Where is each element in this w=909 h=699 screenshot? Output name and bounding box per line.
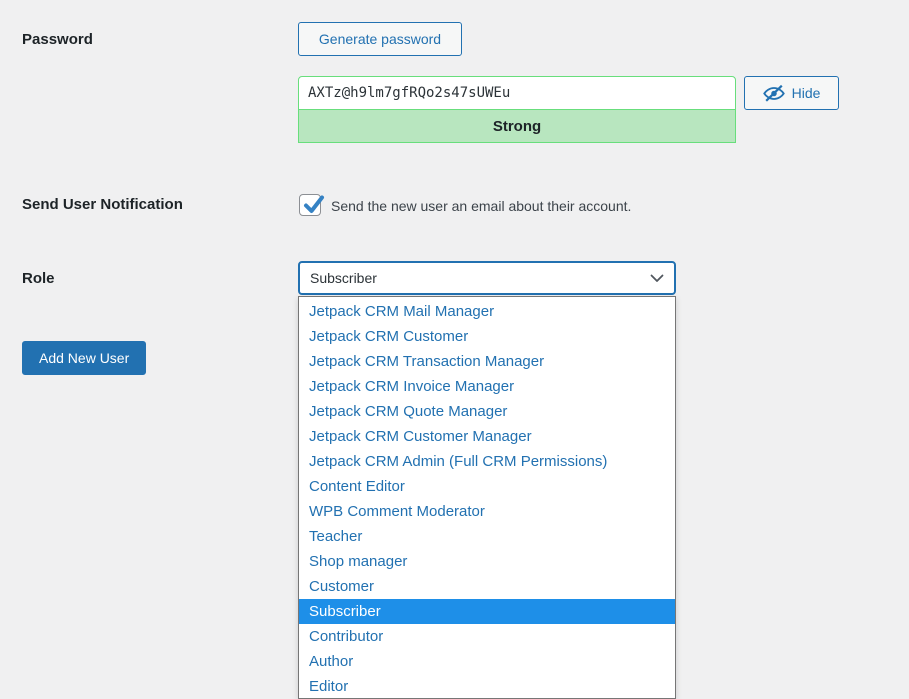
send-user-notification-checkbox[interactable] <box>299 194 321 216</box>
password-label: Password <box>22 31 93 48</box>
role-dropdown-option[interactable]: Jetpack CRM Invoice Manager <box>299 374 675 399</box>
role-dropdown-option[interactable]: WPB Comment Moderator <box>299 499 675 524</box>
chevron-down-icon <box>650 274 664 283</box>
hide-button-label: Hide <box>792 85 821 101</box>
role-dropdown-option[interactable]: Contributor <box>299 624 675 649</box>
password-input[interactable] <box>298 76 736 110</box>
password-strength-indicator: Strong <box>298 110 736 143</box>
password-strength-text: Strong <box>493 118 541 135</box>
role-label: Role <box>22 270 55 287</box>
eye-slash-icon <box>763 84 785 103</box>
hide-password-button[interactable]: Hide <box>744 76 839 110</box>
role-selected-value: Subscriber <box>310 270 377 286</box>
send-user-notification-description: Send the new user an email about their a… <box>331 198 631 214</box>
role-select[interactable]: Subscriber <box>298 261 676 295</box>
role-dropdown-option[interactable]: Customer <box>299 574 675 599</box>
role-dropdown-list: Jetpack CRM Mail Manager Jetpack CRM Cus… <box>298 296 676 699</box>
role-dropdown-option[interactable]: Content Editor <box>299 474 675 499</box>
send-user-notification-label: Send User Notification <box>22 196 183 213</box>
role-dropdown-option[interactable]: Editor <box>299 674 675 699</box>
role-dropdown-option[interactable]: Jetpack CRM Customer Manager <box>299 424 675 449</box>
role-dropdown-option[interactable]: Subscriber <box>299 599 675 624</box>
role-dropdown-option[interactable]: Teacher <box>299 524 675 549</box>
checkmark-icon <box>301 192 327 218</box>
role-dropdown-option[interactable]: Shop manager <box>299 549 675 574</box>
add-new-user-form: Password Generate password Hide Strong S… <box>0 0 909 699</box>
role-dropdown-option[interactable]: Jetpack CRM Transaction Manager <box>299 349 675 374</box>
role-dropdown-option[interactable]: Jetpack CRM Mail Manager <box>299 299 675 324</box>
role-dropdown-option[interactable]: Jetpack CRM Admin (Full CRM Permissions) <box>299 449 675 474</box>
role-dropdown-option[interactable]: Jetpack CRM Customer <box>299 324 675 349</box>
role-dropdown-option[interactable]: Jetpack CRM Quote Manager <box>299 399 675 424</box>
role-dropdown-option[interactable]: Author <box>299 649 675 674</box>
generate-password-button[interactable]: Generate password <box>298 22 462 56</box>
add-new-user-button[interactable]: Add New User <box>22 341 146 375</box>
